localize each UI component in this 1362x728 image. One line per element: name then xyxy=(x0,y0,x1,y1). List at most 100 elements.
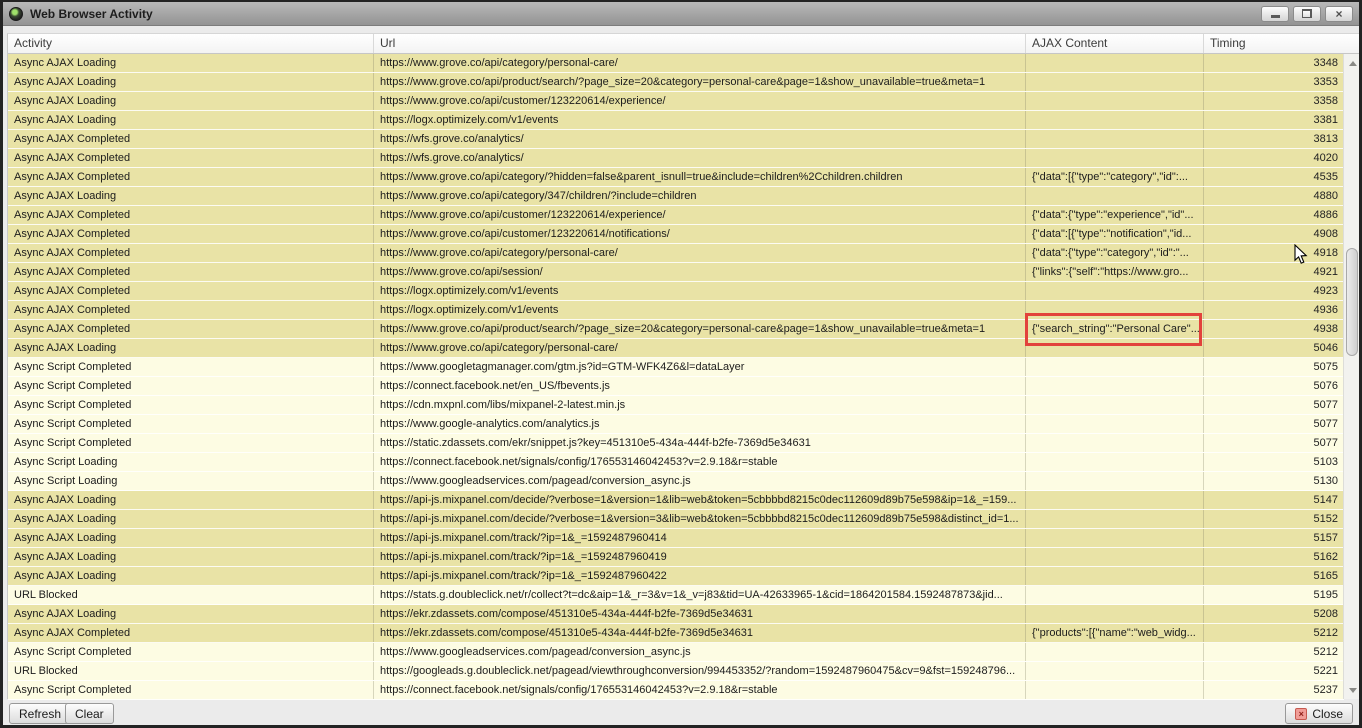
minimize-icon xyxy=(1271,15,1280,18)
cell-activity: Async AJAX Completed xyxy=(8,320,374,338)
table-row[interactable]: Async AJAX Completedhttps://wfs.grove.co… xyxy=(8,149,1344,168)
table-row[interactable]: Async AJAX Completedhttps://www.grove.co… xyxy=(8,168,1344,187)
cell-timing: 5157 xyxy=(1204,529,1344,547)
table-row[interactable]: Async AJAX Loadinghttps://logx.optimizel… xyxy=(8,111,1344,130)
table-row[interactable]: Async Script Loadinghttps://connect.face… xyxy=(8,453,1344,472)
scrollbar-thumb[interactable] xyxy=(1346,248,1358,356)
table-row[interactable]: Async AJAX Loadinghttps://www.grove.co/a… xyxy=(8,187,1344,206)
table-row[interactable]: Async AJAX Completedhttps://www.grove.co… xyxy=(8,225,1344,244)
cell-ajax-content xyxy=(1026,149,1204,167)
table-row[interactable]: Async Script Completedhttps://static.zda… xyxy=(8,434,1344,453)
cell-url: https://wfs.grove.co/analytics/ xyxy=(374,149,1026,167)
table-body: Async AJAX Loadinghttps://www.grove.co/a… xyxy=(8,54,1344,700)
cell-ajax-content xyxy=(1026,187,1204,205)
table-row[interactable]: Async Script Loadinghttps://www.googlead… xyxy=(8,472,1344,491)
cell-url: https://connect.facebook.net/signals/con… xyxy=(374,681,1026,699)
close-button[interactable]: × Close xyxy=(1285,703,1353,724)
cell-timing: 5103 xyxy=(1204,453,1344,471)
table-row[interactable]: Async AJAX Loadinghttps://api-js.mixpane… xyxy=(8,548,1344,567)
table-row[interactable]: Async AJAX Loadinghttps://api-js.mixpane… xyxy=(8,529,1344,548)
table-row[interactable]: Async AJAX Completedhttps://www.grove.co… xyxy=(8,320,1344,339)
close-window-button[interactable]: × xyxy=(1325,6,1353,22)
column-header-activity[interactable]: Activity xyxy=(8,34,374,53)
cell-timing: 4886 xyxy=(1204,206,1344,224)
table-row[interactable]: Async AJAX Completedhttps://logx.optimiz… xyxy=(8,301,1344,320)
scroll-down-button[interactable] xyxy=(1345,682,1360,698)
table-row[interactable]: Async AJAX Loadinghttps://api-js.mixpane… xyxy=(8,491,1344,510)
vertical-scrollbar[interactable] xyxy=(1343,54,1360,699)
table-row[interactable]: Async Script Completedhttps://www.google… xyxy=(8,643,1344,662)
cell-ajax-content xyxy=(1026,529,1204,547)
cell-timing: 3813 xyxy=(1204,130,1344,148)
cell-url: https://www.grove.co/api/category/347/ch… xyxy=(374,187,1026,205)
cell-timing: 5077 xyxy=(1204,396,1344,414)
cell-ajax-content xyxy=(1026,377,1204,395)
cell-ajax-content xyxy=(1026,453,1204,471)
table-row[interactable]: Async AJAX Loadinghttps://api-js.mixpane… xyxy=(8,510,1344,529)
minimize-button[interactable] xyxy=(1261,6,1289,22)
cell-ajax-content xyxy=(1026,396,1204,414)
cell-url: https://logx.optimizely.com/v1/events xyxy=(374,282,1026,300)
table-row[interactable]: Async Script Completedhttps://www.google… xyxy=(8,358,1344,377)
refresh-button[interactable]: Refresh xyxy=(9,703,71,724)
cell-activity: Async AJAX Loading xyxy=(8,111,374,129)
restore-icon xyxy=(1302,9,1312,18)
cell-timing: 4918 xyxy=(1204,244,1344,262)
clear-button[interactable]: Clear xyxy=(65,703,114,724)
cell-activity: Async Script Completed xyxy=(8,415,374,433)
cell-ajax-content xyxy=(1026,510,1204,528)
cell-timing: 4938 xyxy=(1204,320,1344,338)
cell-url: https://api-js.mixpanel.com/decide/?verb… xyxy=(374,491,1026,509)
cell-activity: Async AJAX Completed xyxy=(8,263,374,281)
cell-activity: Async Script Completed xyxy=(8,643,374,661)
restore-button[interactable] xyxy=(1293,6,1321,22)
cell-activity: Async AJAX Completed xyxy=(8,282,374,300)
cell-activity: URL Blocked xyxy=(8,586,374,604)
table-row[interactable]: Async AJAX Completedhttps://www.grove.co… xyxy=(8,263,1344,282)
table-row[interactable]: URL Blockedhttps://stats.g.doubleclick.n… xyxy=(8,586,1344,605)
table-row[interactable]: Async Script Completedhttps://cdn.mxpnl.… xyxy=(8,396,1344,415)
scroll-up-button[interactable] xyxy=(1345,55,1360,71)
table-row[interactable]: Async AJAX Loadinghttps://www.grove.co/a… xyxy=(8,73,1344,92)
red-x-icon: × xyxy=(1295,708,1307,720)
column-header-timing[interactable]: Timing xyxy=(1204,34,1360,53)
cell-url: https://www.grove.co/api/session/ xyxy=(374,263,1026,281)
cell-timing: 4936 xyxy=(1204,301,1344,319)
cell-url: https://api-js.mixpanel.com/decide/?verb… xyxy=(374,510,1026,528)
cell-timing: 5237 xyxy=(1204,681,1344,699)
table-row[interactable]: Async Script Completedhttps://connect.fa… xyxy=(8,681,1344,700)
cell-ajax-content xyxy=(1026,339,1204,357)
cell-ajax-content xyxy=(1026,130,1204,148)
table-row[interactable]: Async AJAX Loadinghttps://ekr.zdassets.c… xyxy=(8,605,1344,624)
cell-activity: Async AJAX Loading xyxy=(8,548,374,566)
table-row[interactable]: Async AJAX Loadinghttps://api-js.mixpane… xyxy=(8,567,1344,586)
cell-activity: Async AJAX Loading xyxy=(8,605,374,623)
cell-activity: Async AJAX Loading xyxy=(8,54,374,72)
table-row[interactable]: Async AJAX Completedhttps://www.grove.co… xyxy=(8,244,1344,263)
table-row[interactable]: Async Script Completedhttps://www.google… xyxy=(8,415,1344,434)
cell-url: https://ekr.zdassets.com/compose/451310e… xyxy=(374,624,1026,642)
column-header-url[interactable]: Url xyxy=(374,34,1026,53)
column-header-ajax-content[interactable]: AJAX Content xyxy=(1026,34,1204,53)
cell-activity: Async AJAX Loading xyxy=(8,510,374,528)
cell-activity: Async AJAX Completed xyxy=(8,225,374,243)
cell-url: https://cdn.mxpnl.com/libs/mixpanel-2-la… xyxy=(374,396,1026,414)
table-row[interactable]: Async AJAX Completedhttps://wfs.grove.co… xyxy=(8,130,1344,149)
cell-ajax-content xyxy=(1026,434,1204,452)
cell-timing: 4921 xyxy=(1204,263,1344,281)
table-row[interactable]: Async Script Completedhttps://connect.fa… xyxy=(8,377,1344,396)
table-row[interactable]: Async AJAX Loadinghttps://www.grove.co/a… xyxy=(8,92,1344,111)
table-row[interactable]: Async AJAX Loadinghttps://www.grove.co/a… xyxy=(8,339,1344,358)
cell-timing: 4923 xyxy=(1204,282,1344,300)
table-row[interactable]: Async AJAX Loadinghttps://www.grove.co/a… xyxy=(8,54,1344,73)
table-row[interactable]: URL Blockedhttps://googleads.g.doublecli… xyxy=(8,662,1344,681)
cell-ajax-content: {"search_string":"Personal Care"... xyxy=(1026,320,1204,338)
table-row[interactable]: Async AJAX Completedhttps://logx.optimiz… xyxy=(8,282,1344,301)
cell-timing: 4535 xyxy=(1204,168,1344,186)
cell-activity: Async AJAX Completed xyxy=(8,149,374,167)
table-row[interactable]: Async AJAX Completedhttps://ekr.zdassets… xyxy=(8,624,1344,643)
table-row[interactable]: Async AJAX Completedhttps://www.grove.co… xyxy=(8,206,1344,225)
cell-url: https://logx.optimizely.com/v1/events xyxy=(374,301,1026,319)
titlebar[interactable]: Web Browser Activity × xyxy=(3,2,1359,26)
cell-url: https://www.grove.co/api/category/person… xyxy=(374,54,1026,72)
